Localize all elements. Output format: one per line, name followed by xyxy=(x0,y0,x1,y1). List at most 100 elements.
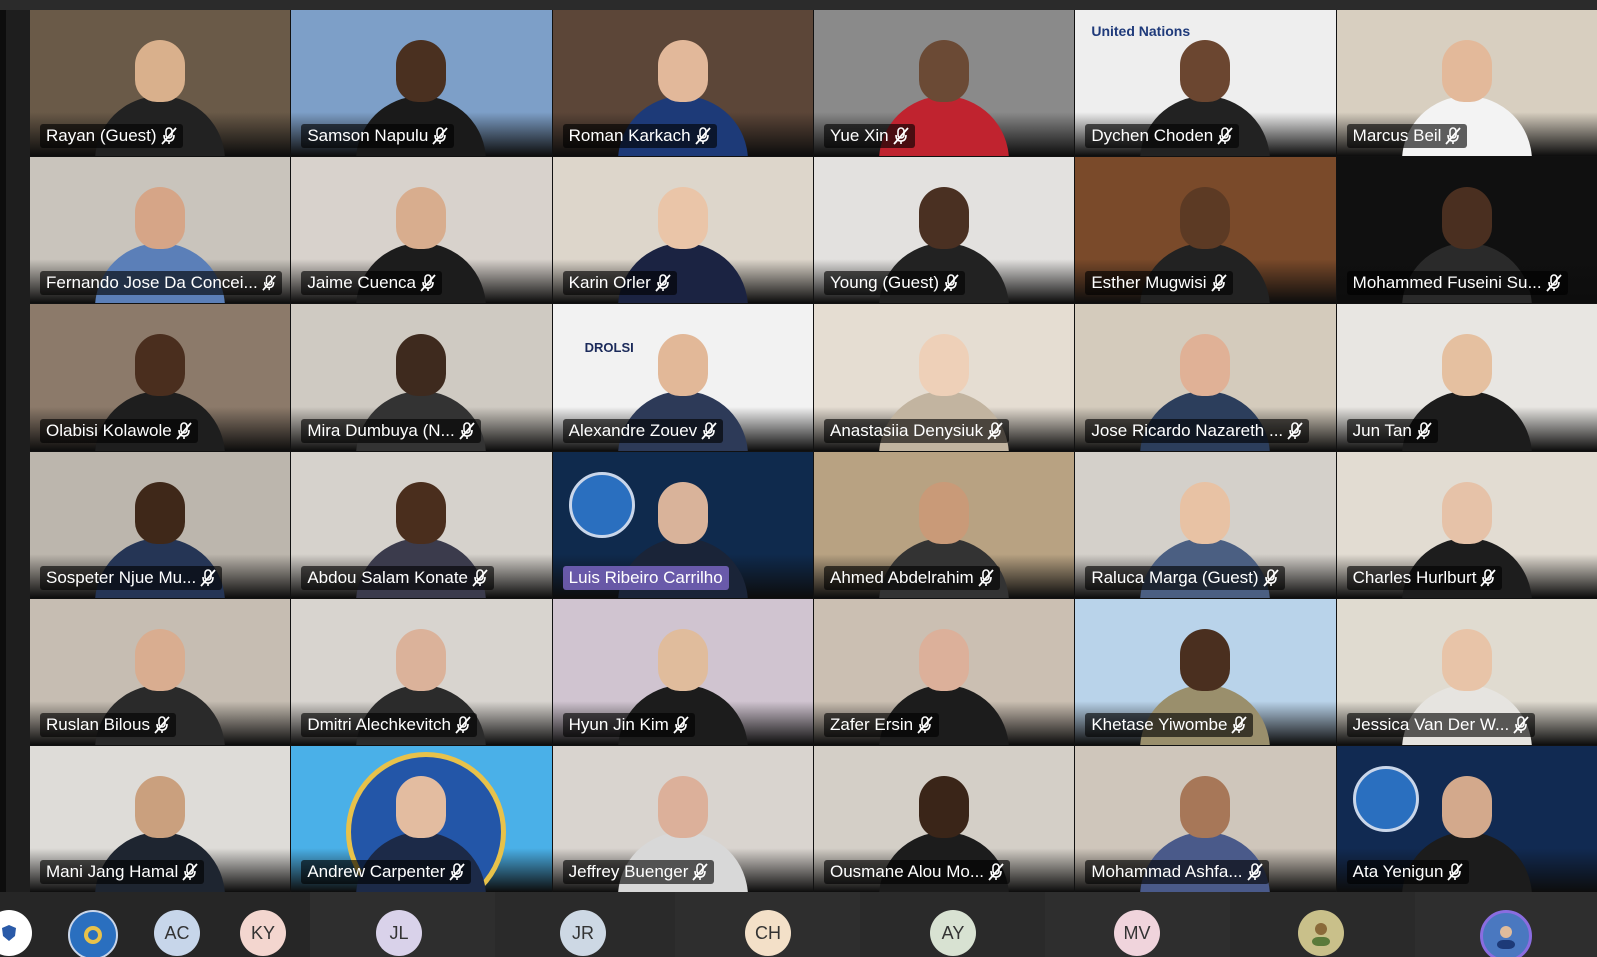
video-tile[interactable]: Fernando Jose Da Concei... xyxy=(30,157,291,304)
video-tile[interactable]: Jose Ricardo Nazareth ... xyxy=(1075,304,1336,451)
participant-name: Charles Hurlburt xyxy=(1352,567,1477,587)
participant-name-tag: Ruslan Bilous xyxy=(40,712,176,737)
mic-muted-icon xyxy=(1545,274,1562,292)
video-tile[interactable]: Abdou Salam Konate xyxy=(291,451,552,598)
participant-head xyxy=(657,628,708,691)
video-tile[interactable]: Hyun Jin Kim xyxy=(552,598,813,745)
video-tile[interactable]: Esther Mugwisi xyxy=(1075,157,1336,304)
video-tile[interactable]: Dmitri Alechkevitch xyxy=(291,598,552,745)
strip-avatar-ay[interactable]: AY xyxy=(930,910,976,956)
video-tile[interactable]: DROLSI Alexandre Zouev xyxy=(552,304,813,451)
participant-name: Jun Tan xyxy=(1352,420,1412,440)
mic-muted-icon xyxy=(160,127,177,145)
unpol-badge-icon xyxy=(568,471,635,538)
video-tile[interactable]: Jessica Van Der W... xyxy=(1336,598,1597,745)
participant-name-tag: Olabisi Kolawole xyxy=(40,418,198,443)
video-tile[interactable]: Zafer Ersin xyxy=(814,598,1075,745)
participant-name: Ousmane Alou Mo... xyxy=(830,862,985,881)
strip-avatar-active[interactable] xyxy=(1480,910,1532,957)
video-tile[interactable]: Luis Ribeiro Carrilho xyxy=(552,451,813,598)
participant-name-tag: Jeffrey Buenger xyxy=(562,860,715,884)
mic-muted-icon xyxy=(701,421,717,440)
participant-name-tag: Andrew Carpenter xyxy=(301,860,472,884)
participant-name-tag: Sospeter Njue Mu... xyxy=(40,565,223,590)
participant-head xyxy=(396,187,447,250)
participant-head xyxy=(1441,187,1492,250)
video-tile[interactable]: Anastasiia Denysiuk xyxy=(814,304,1075,451)
video-tile[interactable]: Jeffrey Buenger xyxy=(552,745,813,892)
video-tile[interactable]: Ahmed Abdelrahim xyxy=(814,451,1075,598)
participant-head xyxy=(135,187,186,250)
video-tile[interactable]: Mohammad Ashfa... xyxy=(1075,745,1336,892)
mic-muted-icon xyxy=(1262,568,1279,587)
participant-head xyxy=(919,628,970,691)
mic-muted-icon xyxy=(1287,421,1303,440)
video-tile[interactable]: Roman Karkach xyxy=(552,10,813,157)
video-tile[interactable]: Olabisi Kolawole xyxy=(30,304,291,451)
video-tile[interactable]: Marcus Beil xyxy=(1336,10,1597,157)
strip-avatar-jr[interactable]: JR xyxy=(560,910,606,956)
video-tile[interactable]: Jaime Cuenca xyxy=(291,157,552,304)
mic-muted-icon xyxy=(1217,127,1233,145)
strip-avatar-mv[interactable]: MV xyxy=(1114,910,1160,956)
participant-name: Ahmed Abdelrahim xyxy=(830,567,974,587)
video-tile[interactable]: Young (Guest) xyxy=(814,157,1075,304)
participant-name: Fernando Jose Da Concei... xyxy=(46,273,258,293)
participant-name-tag: Abdou Salam Konate xyxy=(301,565,494,590)
strip-avatar-ac[interactable]: AC xyxy=(154,910,200,956)
video-tile[interactable]: Ruslan Bilous xyxy=(30,598,291,745)
strip-avatar-ky[interactable]: KY xyxy=(240,910,286,956)
participant-name-tag: Luis Ribeiro Carrilho xyxy=(562,565,729,590)
participant-name-tag: Karin Orler xyxy=(562,271,677,296)
video-tile[interactable]: Ata Yenigun xyxy=(1336,745,1597,892)
video-tile[interactable]: Samson Napulu xyxy=(291,10,552,157)
mic-muted-icon xyxy=(449,863,465,881)
video-tile[interactable]: Raluca Marga (Guest) xyxy=(1075,451,1336,598)
participant-name: Jessica Van Der W... xyxy=(1352,714,1510,734)
video-tile[interactable]: Rayan (Guest) xyxy=(30,10,291,157)
participant-name-tag: Mira Dumbuya (N... xyxy=(301,418,481,443)
participant-head xyxy=(135,628,186,691)
participant-name-tag: Young (Guest) xyxy=(824,271,965,296)
video-tile[interactable]: Khetase Yiwombe xyxy=(1075,598,1336,745)
participant-head xyxy=(1180,334,1231,397)
participant-name: Abdou Salam Konate xyxy=(307,567,468,587)
participant-head xyxy=(919,40,970,102)
video-tile[interactable]: Sospeter Njue Mu... xyxy=(30,451,291,598)
participant-name-tag: Jessica Van Der W... xyxy=(1346,712,1536,737)
participant-name: Andrew Carpenter xyxy=(307,862,446,881)
video-tile[interactable]: Ousmane Alou Mo... xyxy=(814,745,1075,892)
participant-name: Marcus Beil xyxy=(1352,126,1442,146)
participant-head xyxy=(919,334,970,397)
video-tile[interactable]: Karin Orler xyxy=(552,157,813,304)
participant-head xyxy=(1180,187,1231,250)
participant-head xyxy=(135,40,186,102)
participant-name: Mohammed Fuseini Su... xyxy=(1352,273,1542,293)
strip-avatar-ch[interactable]: CH xyxy=(745,910,791,956)
strip-avatar-unpol[interactable] xyxy=(68,910,118,957)
badge-icon xyxy=(84,926,102,944)
video-tile[interactable]: Yue Xin xyxy=(814,10,1075,157)
video-tile[interactable]: United Nations Dychen Choden xyxy=(1075,10,1336,157)
participant-name: Anastasiia Denysiuk xyxy=(830,420,984,440)
participant-name: Young (Guest) xyxy=(830,273,939,293)
participant-name: Jose Ricardo Nazareth ... xyxy=(1091,420,1284,440)
participant-head xyxy=(135,775,186,838)
mic-muted-icon xyxy=(977,568,994,587)
video-tile[interactable]: Mira Dumbuya (N... xyxy=(291,304,552,451)
mic-muted-icon xyxy=(692,863,709,881)
strip-avatar-photo[interactable] xyxy=(1298,910,1344,956)
participant-head xyxy=(1180,40,1231,102)
mic-muted-icon xyxy=(455,716,471,734)
participant-strip: AC KY JL JR CH AY MV xyxy=(0,892,1597,957)
mic-muted-icon xyxy=(1416,421,1432,440)
mic-muted-icon xyxy=(655,274,671,292)
participant-name: Sospeter Njue Mu... xyxy=(46,567,197,587)
video-tile[interactable]: Andrew Carpenter xyxy=(291,745,552,892)
participant-head xyxy=(657,40,708,102)
video-tile[interactable]: Mohammed Fuseini Su... xyxy=(1336,157,1597,304)
strip-avatar-jl[interactable]: JL xyxy=(376,910,422,956)
video-tile[interactable]: Charles Hurlburt xyxy=(1336,451,1597,598)
video-tile[interactable]: Mani Jang Hamal xyxy=(30,745,291,892)
video-tile[interactable]: Jun Tan xyxy=(1336,304,1597,451)
